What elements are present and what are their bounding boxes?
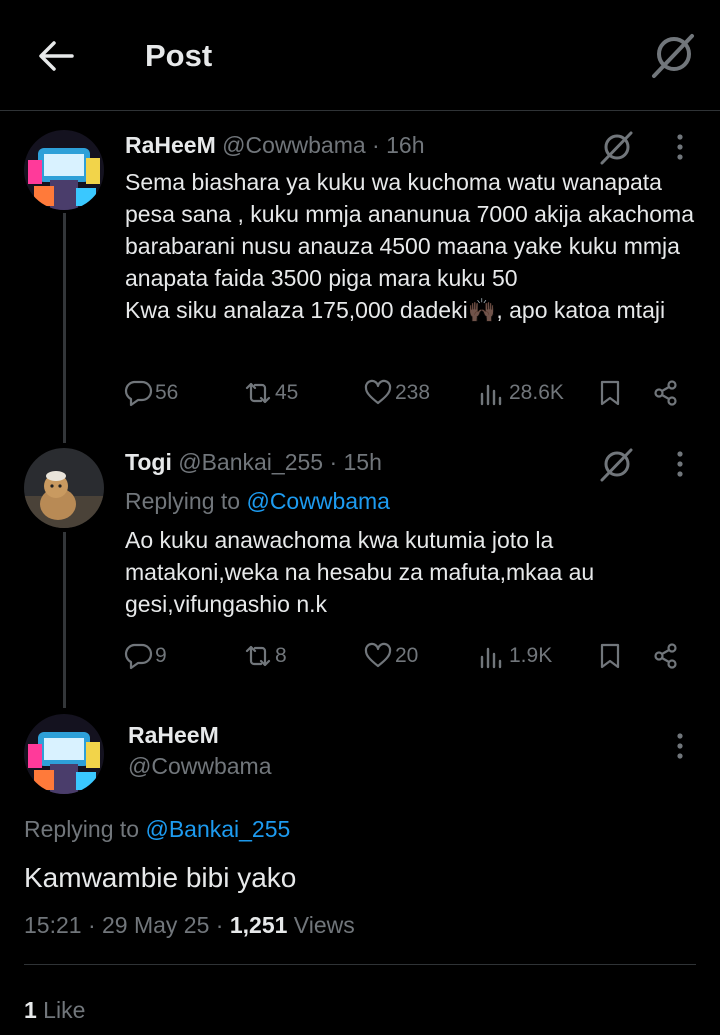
like-button[interactable]: 20: [363, 638, 418, 674]
more-vertical-icon: [677, 451, 683, 477]
tweet-text: Kamwambie bibi yako: [24, 862, 297, 893]
grok-icon: [600, 448, 633, 482]
likes-summary[interactable]: 1 Like: [24, 997, 85, 1024]
avatar[interactable]: [24, 714, 104, 794]
share-button[interactable]: [651, 638, 681, 674]
reply-count: 9: [155, 644, 167, 667]
reply-icon: [124, 643, 153, 670]
more-options-button[interactable]: [675, 731, 685, 761]
tweet-text: Ao kuku anawachoma kwa kutumia joto la m…: [125, 527, 595, 617]
views-count: 1.9K: [509, 644, 553, 667]
views-label: Views: [287, 912, 355, 938]
more-vertical-icon: [677, 733, 683, 759]
heart-icon: [364, 642, 392, 668]
avatar-image: [24, 714, 104, 794]
divider: [24, 964, 696, 965]
timestamp[interactable]: · 15h: [323, 449, 381, 475]
likes-count: 1: [24, 997, 37, 1023]
analytics-icon: [480, 647, 502, 669]
timestamp[interactable]: 15:21 · 29 May 25 ·: [24, 912, 230, 938]
bookmark-button[interactable]: [595, 638, 625, 674]
tweet-item[interactable]: Togi @Bankai_255 · 15h Replying to @Coww…: [0, 0, 720, 700]
tweet-actions: 9 8 20 1.9K: [123, 638, 683, 674]
replying-to: Replying to @Bankai_255: [24, 816, 290, 843]
views-button[interactable]: 1.9K: [477, 638, 552, 674]
repost-count: 8: [275, 644, 287, 667]
grok-button[interactable]: [598, 447, 634, 483]
avatar-image: [24, 448, 104, 528]
like-count: 20: [395, 644, 419, 667]
display-name[interactable]: RaHeeM: [128, 722, 219, 749]
user-handle[interactable]: @Cowwbama: [128, 753, 272, 780]
reply-button[interactable]: 9: [123, 638, 167, 674]
mention-link[interactable]: @Cowwbama: [246, 488, 390, 514]
replying-prefix: Replying to: [24, 816, 146, 842]
replying-to: Replying to @Cowwbama: [125, 488, 390, 515]
likes-label: Like: [36, 997, 86, 1023]
bookmark-icon: [600, 643, 620, 669]
repost-button[interactable]: 8: [243, 638, 287, 674]
tweet-header: Togi @Bankai_255 · 15h: [125, 449, 382, 476]
tweet-meta: 15:21 · 29 May 25 · 1,251 Views: [24, 912, 355, 939]
display-name[interactable]: Togi: [125, 449, 172, 475]
mention-link[interactable]: @Bankai_255: [145, 816, 290, 842]
more-options-button[interactable]: [675, 449, 685, 479]
replying-prefix: Replying to: [125, 488, 247, 514]
user-handle[interactable]: @Bankai_255: [178, 449, 323, 475]
share-icon: [654, 643, 677, 669]
views-count: 1,251: [229, 912, 288, 938]
avatar[interactable]: [24, 448, 104, 528]
repost-icon: [245, 645, 271, 667]
